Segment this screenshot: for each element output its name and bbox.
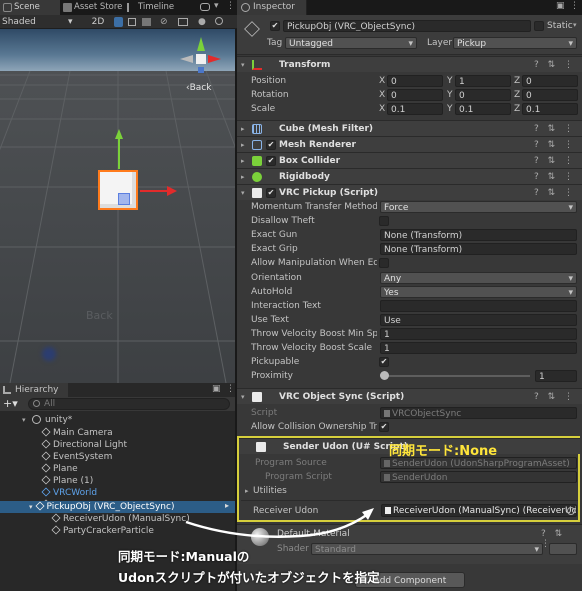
annotation-arrow (185, 508, 374, 538)
sync-manual-annotation-line1: 同期モード:Manualの (118, 549, 250, 564)
sync-manual-annotation-line2: Udonスクリプトが付いたオブジェクトを指定 (118, 570, 380, 585)
